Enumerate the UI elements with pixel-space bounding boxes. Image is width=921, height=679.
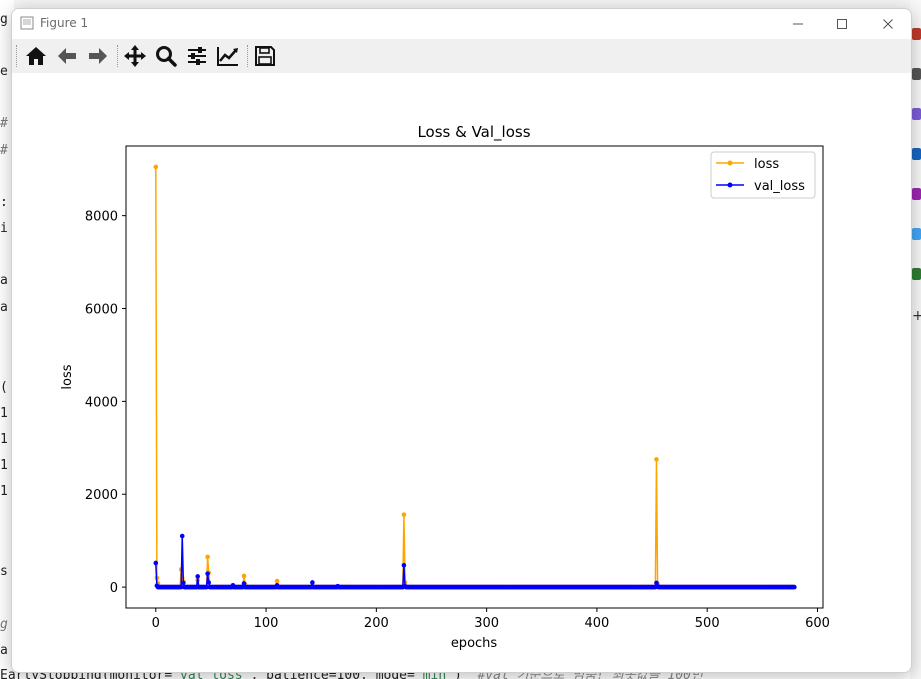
save-button[interactable]	[251, 42, 279, 70]
figure-app-icon	[20, 16, 34, 30]
arrow-right-icon	[89, 48, 107, 64]
data-point	[181, 580, 186, 586]
app-icon[interactable]	[912, 188, 921, 200]
data-point	[241, 573, 247, 579]
code-fragment: #	[0, 116, 8, 131]
minimize-button[interactable]	[783, 14, 813, 34]
move-icon	[124, 45, 146, 67]
y-tick-label: 4000	[85, 395, 118, 410]
home-icon	[26, 47, 46, 65]
code-fragment: :	[0, 195, 8, 210]
code-fragment: g	[0, 12, 8, 27]
subplots-button[interactable]	[183, 42, 211, 70]
edit-axes-button[interactable]	[214, 42, 242, 70]
plot-area	[125, 145, 824, 609]
app-icon[interactable]	[912, 228, 921, 240]
y-tick-label: 2000	[85, 488, 118, 503]
toolbar-separator	[247, 45, 249, 67]
code-fragment: 1	[0, 458, 8, 473]
app-icon[interactable]	[912, 68, 921, 80]
data-point	[195, 574, 200, 579]
code-fragment: s	[0, 564, 8, 579]
back-button[interactable]	[53, 42, 81, 70]
x-tick-label: 600	[805, 616, 830, 631]
legend-marker-loss	[727, 160, 733, 166]
data-point	[654, 457, 659, 462]
y-axis-label: loss	[60, 364, 75, 389]
maximize-icon	[837, 19, 847, 29]
data-point	[206, 580, 212, 585]
close-button[interactable]	[873, 14, 903, 34]
add-icon[interactable]: +	[912, 309, 921, 323]
sliders-icon	[188, 47, 206, 65]
figure-canvas[interactable]: 0 100 200 300 400 500 600 0 2000 4000 6000 8000 Lo…	[12, 73, 911, 672]
x-tick-label: 300	[474, 616, 499, 631]
data-point	[792, 584, 797, 590]
code-fragment: 1	[0, 406, 8, 421]
toolbar-separator	[16, 45, 18, 67]
window-title: Figure 1	[40, 16, 89, 30]
x-tick-label: 400	[585, 616, 610, 631]
home-button[interactable]	[22, 42, 50, 70]
pan-button[interactable]	[121, 42, 149, 70]
x-tick-label: 500	[695, 616, 720, 631]
data-point	[401, 562, 407, 568]
x-axis: 0 100 200 300 400 500 600	[152, 608, 830, 631]
forward-button[interactable]	[84, 42, 112, 70]
zoom-button[interactable]	[152, 42, 180, 70]
app-icon[interactable]	[912, 148, 921, 160]
arrow-left-icon	[58, 48, 76, 64]
data-point	[401, 512, 407, 517]
x-tick-label: 0	[152, 616, 160, 631]
y-tick-label: 8000	[85, 210, 118, 225]
app-icon[interactable]	[912, 268, 921, 280]
legend-label-val-loss: val_loss	[754, 179, 805, 194]
app-icon[interactable]	[912, 28, 921, 40]
toolbar-separator	[117, 45, 119, 67]
navigation-toolbar	[12, 39, 911, 74]
data-point	[205, 554, 210, 560]
code-fragment: a	[0, 300, 8, 315]
data-point	[153, 164, 159, 170]
figure-window: Figure 1 0 100 200 300 400 500 600 0 200…	[11, 8, 912, 673]
data-point	[153, 560, 159, 566]
y-tick-label: 6000	[85, 303, 118, 318]
code-fragment: a	[0, 273, 8, 288]
magnifier-icon	[156, 46, 177, 67]
legend-marker-val-loss	[727, 182, 733, 188]
maximize-button[interactable]	[827, 14, 857, 34]
data-point	[205, 571, 210, 576]
data-point	[310, 580, 315, 585]
code-fragment: 1	[0, 484, 8, 499]
minimize-icon	[793, 23, 803, 25]
title-bar[interactable]: Figure 1	[12, 9, 911, 39]
x-tick-label: 200	[364, 616, 389, 631]
loss-chart: 0 100 200 300 400 500 600 0 2000 4000 6000 8000 Lo…	[60, 123, 830, 651]
code-fragment: 1	[0, 432, 8, 447]
code-fragment: i	[0, 221, 8, 236]
data-point	[179, 533, 185, 539]
code-fragment: g	[0, 617, 8, 632]
line-chart-icon	[217, 47, 238, 66]
floppy-disk-icon	[255, 46, 275, 66]
code-fragment: e	[0, 64, 8, 79]
data-point	[274, 578, 280, 584]
legend: loss val_loss	[710, 151, 816, 199]
x-axis-label: epochs	[451, 636, 498, 651]
y-axis: 0 2000 4000 6000 8000	[85, 210, 126, 596]
code-fragment: #	[0, 143, 8, 158]
legend-label-loss: loss	[754, 157, 779, 172]
chart-title: Loss & Val_loss	[417, 123, 530, 142]
x-tick-label: 100	[254, 616, 279, 631]
y-tick-label: 0	[110, 581, 118, 596]
app-icon[interactable]	[912, 108, 921, 120]
code-fragment: a	[0, 643, 8, 658]
close-icon	[883, 19, 893, 29]
code-fragment: (	[0, 380, 8, 395]
